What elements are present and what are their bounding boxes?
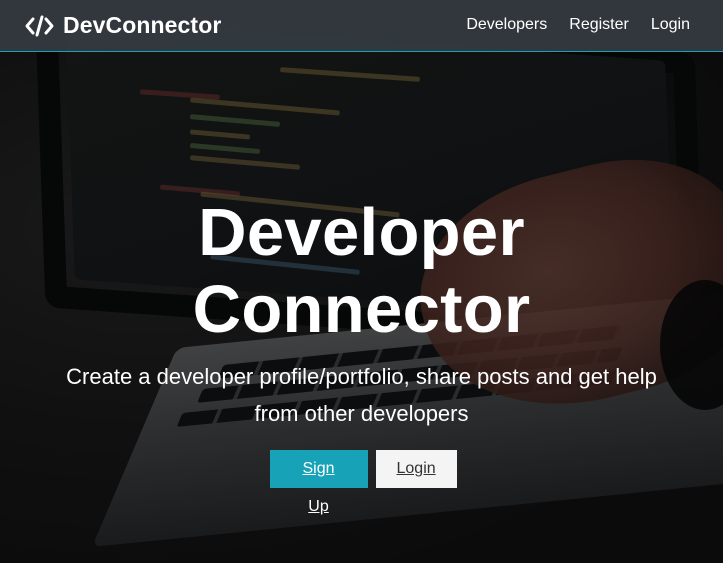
landing-page: DevConnector Developers Register Login D… xyxy=(0,0,723,563)
brand-link[interactable]: DevConnector xyxy=(25,12,221,39)
hero-lead: Create a developer profile/portfolio, sh… xyxy=(66,364,657,426)
sign-up-button[interactable]: Sign Up xyxy=(269,450,368,515)
nav-link-developers[interactable]: Developers xyxy=(466,16,547,34)
hero-title-line-1: Developer xyxy=(198,195,525,270)
nav-link-login[interactable]: Login xyxy=(651,16,690,34)
code-icon xyxy=(25,15,54,37)
brand-label: DevConnector xyxy=(63,12,222,38)
nav-link-register[interactable]: Register xyxy=(569,16,629,34)
navbar: DevConnector Developers Register Login xyxy=(0,0,723,52)
nav-links: Developers Register Login xyxy=(466,16,690,34)
login-button[interactable]: Login xyxy=(375,450,457,488)
hero-title: Developer Connector xyxy=(0,194,723,348)
hero-title-line-2: Connector xyxy=(192,272,531,347)
hero-buttons: Sign Up Login xyxy=(0,450,723,515)
hero-section: Developer Connector Create a developer p… xyxy=(0,52,723,563)
